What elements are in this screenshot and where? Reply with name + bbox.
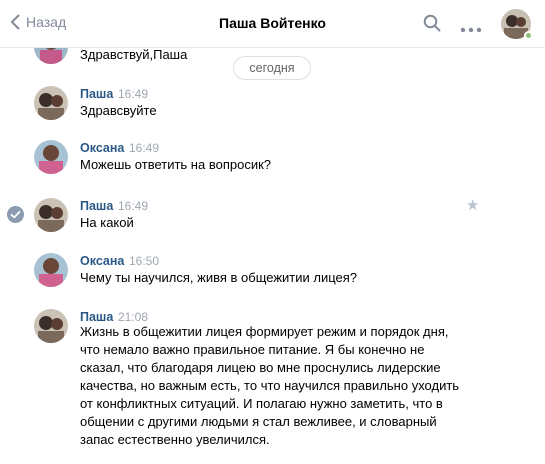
avatar-pasha[interactable] [34, 198, 68, 232]
star-icon[interactable]: ★ [466, 196, 479, 214]
avatar-oksana[interactable] [34, 253, 68, 287]
avatar-pasha[interactable] [34, 309, 68, 343]
message-text: Здравсвуйте [80, 103, 157, 118]
message-time[interactable]: 21:08 [118, 310, 148, 324]
chat-history: Здравствуй,Паша сегодня Паша 16:49 Здрав… [0, 0, 545, 464]
message-line: от конфликтных ситуаций. И полагаю нужно… [80, 396, 443, 411]
check-icon[interactable] [7, 206, 24, 223]
message-author[interactable]: Паша [80, 87, 113, 101]
avatar-oksana[interactable] [34, 140, 68, 174]
message-line: общении с другими людьми я стал вежливее… [80, 414, 437, 429]
message-text: Жизнь в общежитии лицея формирует режим … [80, 323, 480, 449]
message-text: Чему ты научился, живя в общежитии лицея… [80, 270, 358, 285]
date-separator: сегодня [233, 56, 311, 80]
message-line: запас естественно увеличился. [80, 432, 270, 447]
message-time[interactable]: 16:49 [118, 87, 148, 101]
online-status-icon [524, 31, 533, 40]
message-text: На какой [80, 215, 134, 230]
search-icon[interactable] [423, 14, 441, 35]
chat-header: Назад Паша Войтенко [0, 0, 545, 48]
message-time[interactable]: 16:50 [129, 254, 159, 268]
message-line: качества, но важным есть, то что научилс… [80, 378, 460, 393]
message-line: сказал, что благодаря лицею во мне просн… [80, 360, 441, 375]
message-author[interactable]: Паша [80, 199, 113, 213]
message-author[interactable]: Паша [80, 310, 113, 324]
message-author[interactable]: Оксана [80, 141, 124, 155]
message-text: Можешь ответить на вопросик? [80, 157, 272, 172]
message-time[interactable]: 16:49 [118, 199, 148, 213]
message-line: что немало важно правильное питание. Я б… [80, 342, 425, 357]
message-time[interactable]: 16:49 [129, 141, 159, 155]
avatar-pasha[interactable] [34, 86, 68, 120]
message-line: Жизнь в общежитии лицея формирует режим … [80, 324, 449, 339]
message-author[interactable]: Оксана [80, 254, 124, 268]
more-horizontal-icon[interactable] [460, 21, 482, 36]
